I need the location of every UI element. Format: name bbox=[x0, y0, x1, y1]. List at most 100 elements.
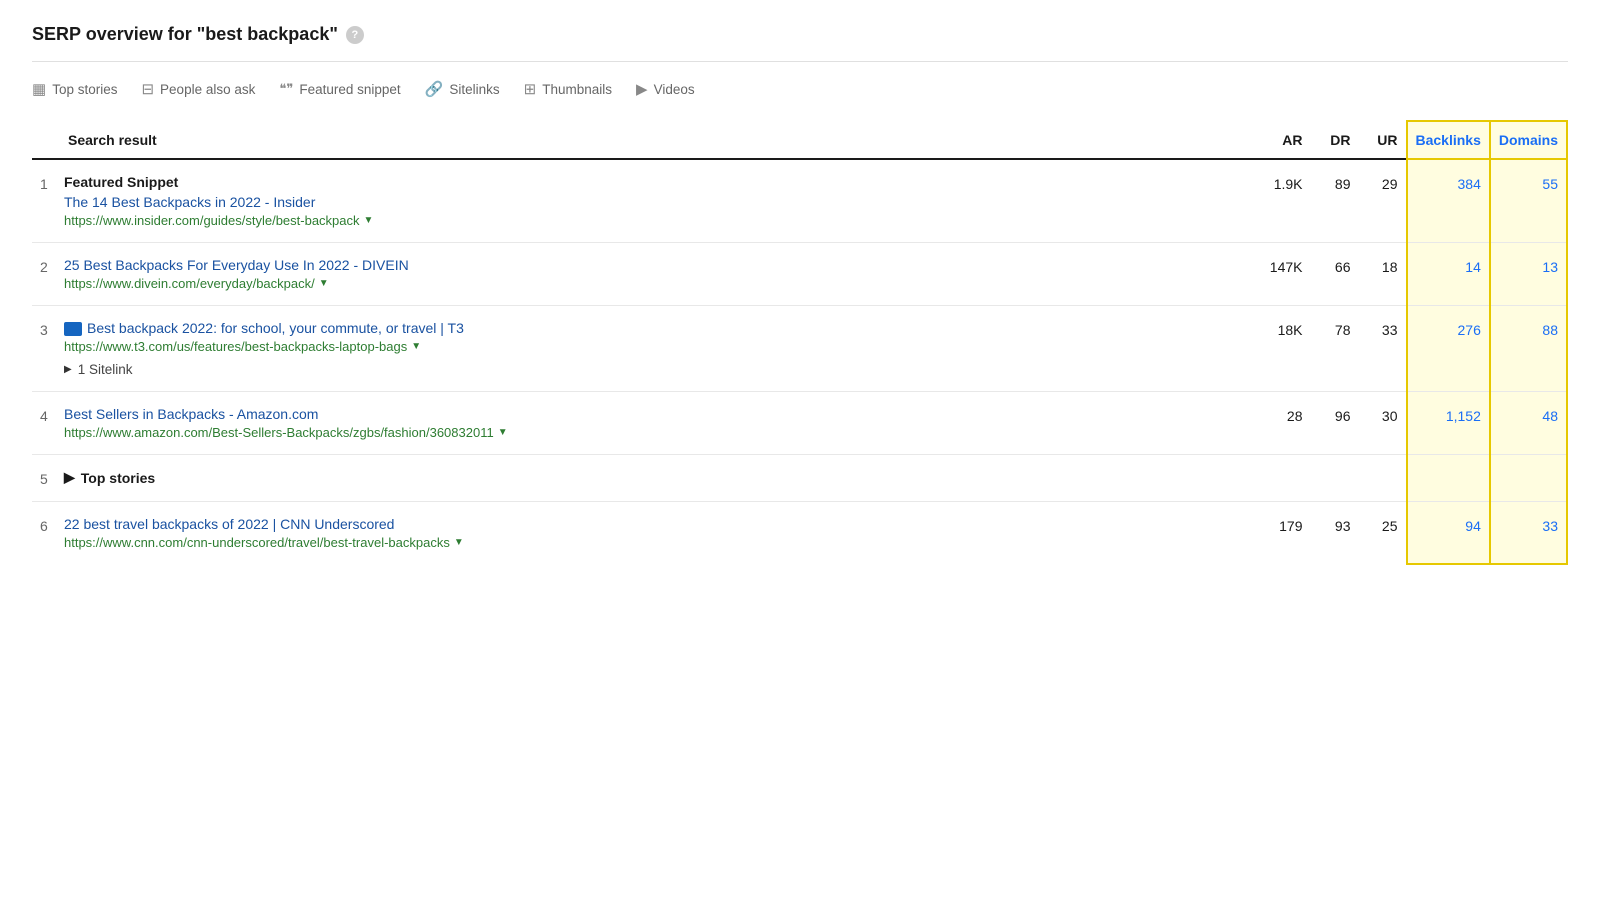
content-1: Featured Snippet The 14 Best Backpacks i… bbox=[60, 159, 1262, 243]
dr-header: DR bbox=[1311, 121, 1359, 159]
domains-4[interactable]: 48 bbox=[1490, 392, 1567, 455]
thumbnails-icon: ⊞ bbox=[524, 80, 537, 98]
domains-1[interactable]: 55 bbox=[1490, 159, 1567, 243]
serp-table: Search result AR DR UR Backlinks Domains… bbox=[32, 120, 1568, 565]
rank-2: 2 bbox=[32, 243, 60, 306]
top-stories-icon: ▦ bbox=[32, 80, 46, 98]
ar-header: AR bbox=[1262, 121, 1311, 159]
tab-sitelinks-label: Sitelinks bbox=[449, 82, 499, 97]
content-3: Best backpack 2022: for school, your com… bbox=[60, 306, 1262, 392]
dropdown-arrow-1[interactable]: ▼ bbox=[364, 215, 374, 226]
rank-1: 1 bbox=[32, 159, 60, 243]
tab-people-also-ask-label: People also ask bbox=[160, 82, 255, 97]
ur-3: 33 bbox=[1359, 306, 1407, 392]
top-stories-triangle-icon: ▶ bbox=[64, 469, 75, 486]
content-5: ▶ Top stories bbox=[60, 455, 1262, 502]
result-url-1: https://www.insider.com/guides/style/bes… bbox=[64, 213, 1254, 228]
domains-6[interactable]: 33 bbox=[1490, 502, 1567, 565]
rank-header bbox=[32, 121, 60, 159]
ar-5 bbox=[1262, 455, 1311, 502]
table-row: 3 Best backpack 2022: for school, your c… bbox=[32, 306, 1567, 392]
backlinks-3[interactable]: 276 bbox=[1407, 306, 1490, 392]
page-title: SERP overview for "best backpack" ? bbox=[32, 24, 1568, 45]
content-2: 25 Best Backpacks For Everyday Use In 20… bbox=[60, 243, 1262, 306]
result-title-3[interactable]: Best backpack 2022: for school, your com… bbox=[64, 320, 1254, 336]
backlinks-2[interactable]: 14 bbox=[1407, 243, 1490, 306]
ur-5 bbox=[1359, 455, 1407, 502]
result-url-4: https://www.amazon.com/Best-Sellers-Back… bbox=[64, 425, 1254, 440]
dr-1: 89 bbox=[1311, 159, 1359, 243]
ur-2: 18 bbox=[1359, 243, 1407, 306]
table-row: 5 ▶ Top stories bbox=[32, 455, 1567, 502]
people-also-ask-icon: ⊟ bbox=[141, 80, 154, 98]
tab-thumbnails-label: Thumbnails bbox=[542, 82, 612, 97]
domains-2[interactable]: 13 bbox=[1490, 243, 1567, 306]
url-text-4: https://www.amazon.com/Best-Sellers-Back… bbox=[64, 425, 494, 440]
dr-5 bbox=[1311, 455, 1359, 502]
ur-4: 30 bbox=[1359, 392, 1407, 455]
top-stories-row-label[interactable]: ▶ Top stories bbox=[64, 469, 1254, 486]
sitelink-row-3[interactable]: ▶ 1 Sitelink bbox=[64, 362, 1254, 377]
backlinks-header: Backlinks bbox=[1407, 121, 1490, 159]
title-divider bbox=[32, 61, 1568, 62]
dropdown-arrow-3[interactable]: ▼ bbox=[411, 341, 421, 352]
dropdown-arrow-4[interactable]: ▼ bbox=[498, 427, 508, 438]
table-row: 2 25 Best Backpacks For Everyday Use In … bbox=[32, 243, 1567, 306]
domains-5 bbox=[1490, 455, 1567, 502]
url-text-3: https://www.t3.com/us/features/best-back… bbox=[64, 339, 407, 354]
ur-6: 25 bbox=[1359, 502, 1407, 565]
tab-videos[interactable]: ▶ Videos bbox=[636, 76, 695, 102]
dr-3: 78 bbox=[1311, 306, 1359, 392]
tab-thumbnails[interactable]: ⊞ Thumbnails bbox=[524, 76, 612, 102]
backlinks-1[interactable]: 384 bbox=[1407, 159, 1490, 243]
ur-header: UR bbox=[1359, 121, 1407, 159]
url-text-1: https://www.insider.com/guides/style/bes… bbox=[64, 213, 360, 228]
ar-1: 1.9K bbox=[1262, 159, 1311, 243]
dropdown-arrow-2[interactable]: ▼ bbox=[319, 278, 329, 289]
tab-sitelinks[interactable]: 🔗 Sitelinks bbox=[425, 76, 500, 102]
result-title-1[interactable]: The 14 Best Backpacks in 2022 - Insider bbox=[64, 194, 1254, 210]
dr-2: 66 bbox=[1311, 243, 1359, 306]
dr-6: 93 bbox=[1311, 502, 1359, 565]
filter-tabs: ▦ Top stories ⊟ People also ask ❝❞ Featu… bbox=[32, 76, 1568, 102]
ar-6: 179 bbox=[1262, 502, 1311, 565]
table-row: 4 Best Sellers in Backpacks - Amazon.com… bbox=[32, 392, 1567, 455]
result-url-6: https://www.cnn.com/cnn-underscored/trav… bbox=[64, 535, 1254, 550]
featured-snippet-label: Featured Snippet bbox=[64, 174, 1254, 190]
sitelinks-icon: 🔗 bbox=[425, 80, 444, 98]
tab-people-also-ask[interactable]: ⊟ People also ask bbox=[141, 76, 255, 102]
dropdown-arrow-6[interactable]: ▼ bbox=[454, 537, 464, 548]
tab-featured-snippet[interactable]: ❝❞ Featured snippet bbox=[279, 77, 400, 101]
backlinks-6[interactable]: 94 bbox=[1407, 502, 1490, 565]
ur-1: 29 bbox=[1359, 159, 1407, 243]
help-icon[interactable]: ? bbox=[346, 26, 364, 44]
ar-2: 147K bbox=[1262, 243, 1311, 306]
dr-4: 96 bbox=[1311, 392, 1359, 455]
backlinks-4[interactable]: 1,152 bbox=[1407, 392, 1490, 455]
top-stories-text: Top stories bbox=[81, 470, 155, 486]
content-4: Best Sellers in Backpacks - Amazon.com h… bbox=[60, 392, 1262, 455]
table-header-row: Search result AR DR UR Backlinks Domains bbox=[32, 121, 1567, 159]
rank-5: 5 bbox=[32, 455, 60, 502]
domains-header: Domains bbox=[1490, 121, 1567, 159]
backlinks-5 bbox=[1407, 455, 1490, 502]
result-title-4[interactable]: Best Sellers in Backpacks - Amazon.com bbox=[64, 406, 1254, 422]
tab-top-stories-label: Top stories bbox=[52, 82, 117, 97]
rank-3: 3 bbox=[32, 306, 60, 392]
result-title-6[interactable]: 22 best travel backpacks of 2022 | CNN U… bbox=[64, 516, 1254, 532]
tab-featured-snippet-label: Featured snippet bbox=[299, 82, 400, 97]
result-url-3: https://www.t3.com/us/features/best-back… bbox=[64, 339, 1254, 354]
featured-snippet-icon: ❝❞ bbox=[279, 81, 293, 97]
result-url-2: https://www.divein.com/everyday/backpack… bbox=[64, 276, 1254, 291]
content-6: 22 best travel backpacks of 2022 | CNN U… bbox=[60, 502, 1262, 565]
tab-top-stories[interactable]: ▦ Top stories bbox=[32, 76, 117, 102]
ar-4: 28 bbox=[1262, 392, 1311, 455]
sitelink-text-3: 1 Sitelink bbox=[78, 362, 133, 377]
serp-table-wrapper: Search result AR DR UR Backlinks Domains… bbox=[32, 120, 1568, 565]
search-result-header: Search result bbox=[60, 121, 1262, 159]
domains-3[interactable]: 88 bbox=[1490, 306, 1567, 392]
url-text-2: https://www.divein.com/everyday/backpack… bbox=[64, 276, 315, 291]
result-title-2[interactable]: 25 Best Backpacks For Everyday Use In 20… bbox=[64, 257, 1254, 273]
thumbnail-badge-icon bbox=[64, 322, 82, 336]
tab-videos-label: Videos bbox=[654, 82, 695, 97]
